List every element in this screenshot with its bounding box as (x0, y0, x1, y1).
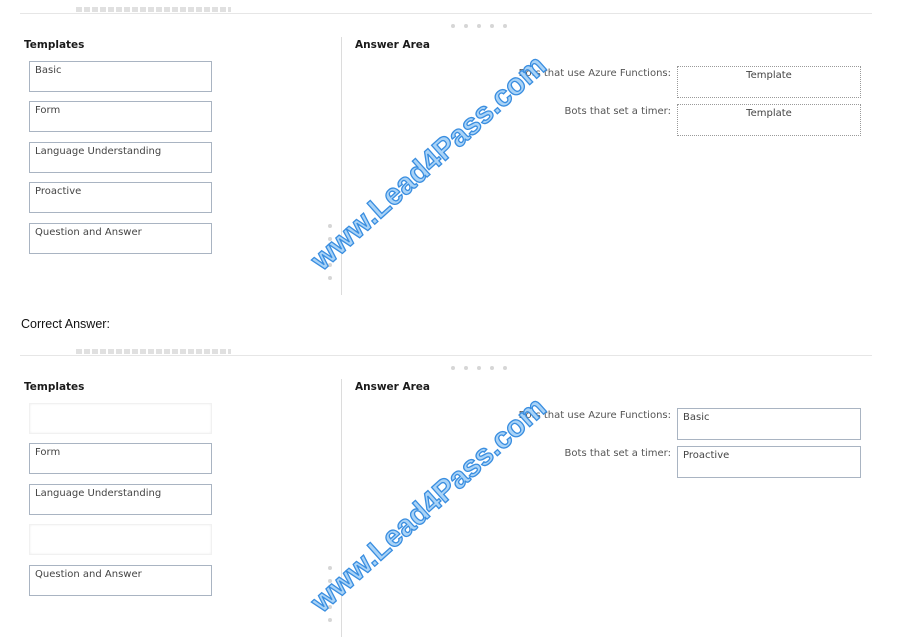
template-language-understanding[interactable]: Language Understanding (29, 484, 212, 515)
correct-answer-label: Correct Answer: (21, 317, 110, 331)
template-question-and-answer[interactable]: Question and Answer (29, 565, 212, 596)
template-language-understanding[interactable]: Language Understanding (29, 142, 212, 173)
template-slot-empty (29, 403, 212, 434)
templates-heading: Templates (24, 39, 85, 51)
correct-answer-panel: Templates Answer Area Form Language Unde… (0, 342, 897, 642)
drag-handle-vertical[interactable] (328, 224, 332, 280)
template-slot-empty (29, 524, 212, 555)
templates-heading: Templates (24, 381, 85, 393)
panel-divider (341, 37, 342, 295)
truncated-text (76, 7, 231, 12)
answer-slot-timer[interactable]: Proactive (677, 446, 861, 478)
template-question-and-answer[interactable]: Question and Answer (29, 223, 212, 254)
top-divider (20, 13, 872, 14)
answer-slot-azure-functions[interactable]: Basic (677, 408, 861, 440)
answer-area-heading: Answer Area (355, 39, 431, 51)
top-divider (20, 355, 872, 356)
drag-handle-vertical[interactable] (328, 566, 332, 622)
answer-area-heading: Answer Area (355, 381, 431, 393)
template-form[interactable]: Form (29, 101, 212, 132)
template-form[interactable]: Form (29, 443, 212, 474)
answer-slot-timer[interactable]: Template (677, 104, 861, 136)
template-proactive[interactable]: Proactive (29, 182, 212, 213)
truncated-text (76, 349, 231, 354)
drag-handle-horizontal[interactable] (451, 24, 507, 28)
answer-label-timer: Bots that set a timer: (564, 448, 671, 459)
drag-handle-horizontal[interactable] (451, 366, 507, 370)
answer-label-timer: Bots that set a timer: (564, 106, 671, 117)
template-basic[interactable]: Basic (29, 61, 212, 92)
answer-label-azure-functions: Bots that use Azure Functions: (518, 410, 671, 421)
answer-label-azure-functions: Bots that use Azure Functions: (518, 68, 671, 79)
answer-slot-azure-functions[interactable]: Template (677, 66, 861, 98)
question-panel: Templates Answer Area Basic Form Languag… (0, 0, 897, 300)
panel-divider (341, 379, 342, 637)
